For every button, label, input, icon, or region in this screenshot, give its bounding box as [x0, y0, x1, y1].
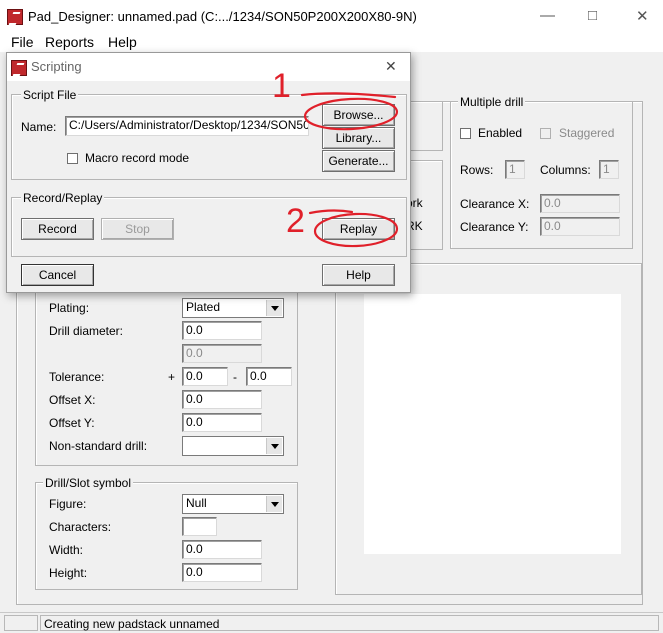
figure-value: Null: [186, 496, 207, 510]
record-button[interactable]: Record: [21, 218, 94, 240]
main-title-bar: Pad_Designer: unnamed.pad (C:.../1234/SO…: [0, 0, 663, 32]
tolerance-plus-field[interactable]: 0.0: [182, 367, 228, 386]
close-icon[interactable]: ✕: [636, 7, 649, 25]
status-pane-main: Creating new padstack unnamed: [40, 615, 659, 631]
rows-field[interactable]: 1: [505, 160, 525, 179]
menu-file[interactable]: File: [11, 34, 34, 50]
generate-button[interactable]: Generate...: [322, 150, 395, 172]
enabled-label: Enabled: [478, 126, 523, 140]
macro-record-checkbox[interactable]: [67, 153, 78, 164]
plating-label: Plating:: [49, 301, 90, 315]
drill-diameter-label: Drill diameter:: [49, 324, 124, 338]
padstack-preview: [364, 294, 621, 554]
characters-label: Characters:: [49, 520, 112, 534]
dialog-close-icon[interactable]: ✕: [385, 58, 397, 75]
chevron-down-icon: [266, 496, 282, 512]
characters-field[interactable]: [182, 517, 217, 536]
multiple-drill-title: Multiple drill: [458, 95, 526, 109]
scripting-dialog: Scripting ✕ Script File Name: C:/Users/A…: [6, 52, 411, 293]
height-label: Height:: [49, 566, 88, 580]
clearance-y-field[interactable]: 0.0: [540, 217, 620, 236]
minimize-icon[interactable]: —: [540, 7, 555, 24]
drill-diameter-field[interactable]: 0.0: [182, 321, 262, 340]
figure-label: Figure:: [49, 497, 87, 511]
menu-help[interactable]: Help: [108, 34, 137, 50]
dialog-title: Scripting: [31, 59, 82, 74]
figure-select[interactable]: Null: [182, 494, 284, 514]
clearance-x-label: Clearance X:: [460, 197, 530, 211]
browse-button[interactable]: Browse...: [322, 104, 395, 126]
enabled-checkbox[interactable]: [460, 128, 471, 139]
dialog-title-bar: Scripting ✕: [7, 53, 410, 81]
offset-x-label: Offset X:: [49, 393, 96, 407]
status-pane-left: [4, 615, 38, 631]
offset-y-label: Offset Y:: [49, 416, 95, 430]
tolerance-label: Tolerance:: [49, 370, 105, 384]
non-standard-drill-label: Non-standard drill:: [49, 439, 148, 453]
plating-value: Plated: [186, 300, 221, 314]
cancel-button[interactable]: Cancel: [21, 264, 94, 286]
width-field[interactable]: 0.0: [182, 540, 262, 559]
tolerance-minus-sign: -: [233, 370, 237, 384]
menu-bar: File Reports Help: [0, 32, 663, 52]
maximize-icon[interactable]: □: [588, 7, 597, 24]
rows-label: Rows:: [460, 163, 494, 177]
chevron-down-icon: [266, 438, 282, 454]
tolerance-minus-field[interactable]: 0.0: [246, 367, 292, 386]
width-label: Width:: [49, 543, 84, 557]
script-name-field[interactable]: C:/Users/Administrator/Desktop/1234/SON5…: [65, 116, 309, 136]
library-button[interactable]: Library...: [322, 127, 395, 149]
script-file-title: Script File: [21, 88, 79, 102]
clearance-x-field[interactable]: 0.0: [540, 194, 620, 213]
name-label: Name:: [21, 120, 57, 134]
dialog-logo-icon: [11, 60, 27, 76]
status-text: Creating new padstack unnamed: [44, 617, 220, 631]
non-standard-drill-select[interactable]: [182, 436, 284, 456]
tolerance-plus-sign: +: [168, 370, 176, 384]
record-replay-title: Record/Replay: [21, 191, 105, 205]
columns-field[interactable]: 1: [599, 160, 619, 179]
drill-symbol-title: Drill/Slot symbol: [43, 476, 134, 490]
status-bar: Creating new padstack unnamed: [0, 612, 663, 633]
offset-x-field[interactable]: 0.0: [182, 390, 262, 409]
chevron-down-icon: [266, 300, 282, 316]
staggered-label: Staggered: [559, 126, 615, 140]
drill-diameter-disabled-field[interactable]: 0.0: [182, 344, 262, 363]
stop-button[interactable]: Stop: [101, 218, 174, 240]
plating-select[interactable]: Plated: [182, 298, 284, 318]
replay-button[interactable]: Replay: [322, 218, 395, 240]
menu-reports[interactable]: Reports: [45, 34, 94, 50]
staggered-checkbox[interactable]: [540, 128, 551, 139]
height-field[interactable]: 0.0: [182, 563, 262, 582]
macro-record-label: Macro record mode: [85, 151, 190, 165]
help-button[interactable]: Help: [322, 264, 395, 286]
app-logo-icon: [7, 9, 23, 25]
window-title: Pad_Designer: unnamed.pad (C:.../1234/SO…: [28, 9, 417, 24]
offset-y-field[interactable]: 0.0: [182, 413, 262, 432]
columns-label: Columns:: [540, 163, 591, 177]
clearance-y-label: Clearance Y:: [460, 220, 529, 234]
